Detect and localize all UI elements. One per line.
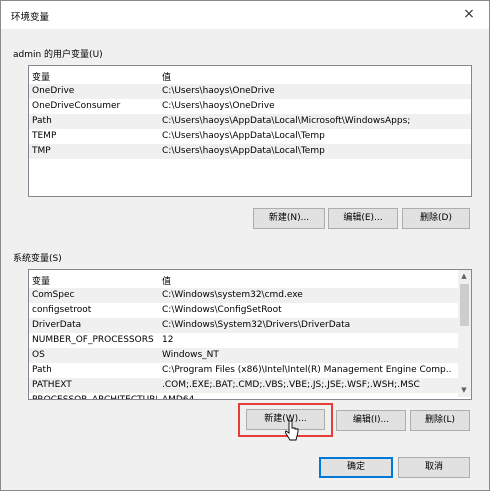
column-header-variable[interactable]: 变量 <box>32 274 50 287</box>
user-list-header: 变量 值 <box>29 66 471 83</box>
variable-value-cell: C:\Windows\ConfigSetRoot <box>162 305 282 315</box>
table-row[interactable]: ComSpec C:\Windows\system32\cmd.exe <box>29 288 471 303</box>
variable-value-cell: C:\Program Files (x86)\Intel\Intel(R) Ma… <box>162 365 452 375</box>
user-variables-list[interactable]: 变量 值 OneDrive C:\Users\haoys\OneDrive OneD… <box>28 65 472 197</box>
variable-value-cell: C:\Windows\System32\Drivers\DriverData <box>162 320 351 330</box>
variable-value-cell: C:\Users\haoys\AppData\Local\Temp <box>162 146 325 156</box>
system-delete-button[interactable]: 删除(L) <box>410 410 470 431</box>
table-row[interactable]: NUMBER_OF_PROCESSORS 12 <box>29 333 471 348</box>
column-header-value[interactable]: 值 <box>162 274 171 287</box>
scroll-up-arrow-icon[interactable]: ▲ <box>458 272 470 280</box>
variable-name-cell: TEMP <box>32 131 57 141</box>
variable-name-cell: NUMBER_OF_PROCESSORS <box>32 335 154 345</box>
variable-value-cell: Windows_NT <box>162 350 219 360</box>
user-variables-label: admin 的用户变量(U) <box>13 50 103 60</box>
table-row[interactable]: PATHEXT .COM;.EXE;.BAT;.CMD;.VBS;.VBE;.JS… <box>29 378 471 393</box>
system-list-header: 变量 值 <box>29 270 471 287</box>
ok-button[interactable]: 确定 <box>319 457 393 478</box>
variable-name-cell: PROCESSOR_ARCHITECTURE <box>32 395 157 400</box>
mouse-pointer-icon <box>285 420 299 441</box>
table-row[interactable]: OneDrive C:\Users\haoys\OneDrive <box>29 84 471 99</box>
table-row[interactable]: OneDriveConsumer C:\Users\haoys\OneDrive <box>29 99 471 114</box>
scroll-down-arrow-icon[interactable]: ▼ <box>458 386 470 394</box>
variable-name-cell: configsetroot <box>32 305 92 315</box>
variable-value-cell: C:\Windows\system32\cmd.exe <box>162 290 303 300</box>
system-edit-button[interactable]: 编辑(I)... <box>336 410 406 431</box>
variable-name-cell: TMP <box>32 146 51 156</box>
system-variables-list[interactable]: 变量 值 ComSpec C:\Windows\system32\cmd.exe c… <box>28 269 472 400</box>
table-row[interactable]: PROCESSOR_ARCHITECTURE AMD64 <box>29 393 471 400</box>
variable-value-cell: C:\Users\haoys\OneDrive <box>162 101 275 111</box>
variable-value-cell: .COM;.EXE;.BAT;.CMD;.VBS;.VBE;.JS;.JSE;.… <box>162 380 420 390</box>
window-title: 环境变量 <box>11 12 50 23</box>
vertical-scrollbar[interactable]: ▲ ▼ <box>458 270 471 397</box>
cancel-button[interactable]: 取消 <box>398 457 470 478</box>
table-row[interactable]: Path C:\Program Files (x86)\Intel\Intel(R… <box>29 363 471 378</box>
variable-name-cell: PATHEXT <box>32 380 72 390</box>
variable-value-cell: 12 <box>162 335 174 345</box>
variable-value-cell: C:\Users\haoys\OneDrive <box>162 86 275 96</box>
table-row[interactable]: Path C:\Users\haoys\AppData\Local\Microso… <box>29 114 471 129</box>
variable-name-cell: OneDriveConsumer <box>32 101 121 111</box>
variable-value-cell: C:\Users\haoys\AppData\Local\Temp <box>162 131 325 141</box>
variable-name-cell: OS <box>32 350 45 360</box>
close-icon[interactable]: × <box>459 4 479 24</box>
user-edit-button[interactable]: 编辑(E)... <box>328 208 398 229</box>
column-header-variable[interactable]: 变量 <box>32 70 50 83</box>
variable-name-cell: Path <box>32 365 52 375</box>
table-row[interactable]: configsetroot C:\Windows\ConfigSetRoot <box>29 303 471 318</box>
variable-value-cell: AMD64 <box>162 395 195 400</box>
variable-name-cell: ComSpec <box>32 290 75 300</box>
table-row[interactable]: DriverData C:\Windows\System32\Drivers\Dr… <box>29 318 471 333</box>
environment-variables-dialog: 环境变量 × admin 的用户变量(U) 变量 值 OneDrive C:\Us… <box>0 0 490 491</box>
table-row[interactable]: TEMP C:\Users\haoys\AppData\Local\Temp <box>29 129 471 144</box>
title-bar: 环境变量 × <box>1 1 489 29</box>
scrollbar-thumb[interactable] <box>460 284 469 326</box>
table-row[interactable]: OS Windows_NT <box>29 348 471 363</box>
variable-name-cell: DriverData <box>32 320 82 330</box>
table-row[interactable]: TMP C:\Users\haoys\AppData\Local\Temp <box>29 144 471 159</box>
variable-name-cell: Path <box>32 116 52 126</box>
system-variables-label: 系统变量(S) <box>13 254 62 264</box>
variable-value-cell: C:\Users\haoys\AppData\Local\Microsoft\W… <box>162 116 411 126</box>
variable-name-cell: OneDrive <box>32 86 75 96</box>
column-header-value[interactable]: 值 <box>162 70 171 83</box>
user-delete-button[interactable]: 删除(D) <box>402 208 470 229</box>
user-new-button[interactable]: 新建(N)... <box>253 208 325 229</box>
